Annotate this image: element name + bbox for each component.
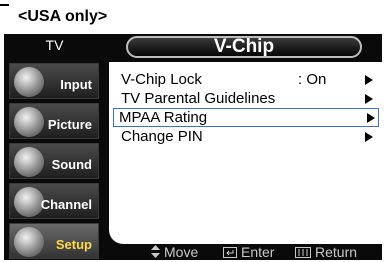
- menu-item-tv-parental-guidelines[interactable]: TV Parental Guidelines: [115, 89, 377, 108]
- footer-hints: Move Enter Return: [109, 244, 382, 260]
- menu-item-value: : On: [298, 71, 327, 88]
- sidebar-item-channel[interactable]: Channel: [9, 183, 99, 219]
- sidebar-item-label: Picture: [47, 117, 92, 132]
- hint-move-label: Move: [164, 244, 199, 260]
- sidebar-item-picture[interactable]: Picture: [9, 103, 99, 139]
- menu-item-change-pin[interactable]: Change PIN: [115, 127, 377, 146]
- sidebar-title: TV: [45, 37, 64, 53]
- menu-title: V-Chip: [126, 36, 362, 58]
- sidebar-item-input[interactable]: Input: [9, 63, 99, 99]
- menu-item-label: V-Chip Lock: [121, 71, 202, 88]
- corner-mark: [0, 4, 9, 6]
- hint-return-label: Return: [315, 244, 358, 260]
- arrow-right-icon: [365, 75, 373, 85]
- arrow-right-icon: [365, 132, 373, 142]
- setup-icon: [14, 227, 44, 257]
- sidebar-item-sound[interactable]: Sound: [9, 143, 99, 179]
- sidebar-item-label: Setup: [55, 237, 92, 252]
- hint-enter-label: Enter: [241, 244, 275, 260]
- sidebar-item-setup[interactable]: Setup: [9, 223, 99, 259]
- updown-arrows-icon: [151, 245, 160, 261]
- submenu-panel: V-Chip Lock : On TV Parental Guidelines …: [109, 62, 382, 244]
- menu-item-label: Change PIN: [121, 128, 203, 145]
- arrow-right-icon: [367, 113, 375, 123]
- hint-move: Move: [151, 244, 198, 261]
- arrow-right-icon: [365, 94, 373, 104]
- hint-enter: Enter: [223, 244, 274, 261]
- menu-item-label: TV Parental Guidelines: [121, 90, 276, 107]
- input-plug-icon: [14, 67, 44, 97]
- enter-icon: [223, 245, 237, 261]
- sidebar-item-label: Sound: [51, 157, 92, 172]
- tv-osd-menu: TV Input Picture Sound Channel Setup V-C…: [4, 34, 382, 260]
- sidebar-item-label: Channel: [40, 197, 92, 212]
- picture-icon: [14, 107, 44, 137]
- sound-icon: [14, 147, 44, 177]
- menu-item-label: MPAA Rating: [119, 109, 208, 126]
- channel-antenna-icon: [14, 187, 44, 217]
- return-icon: [295, 245, 311, 261]
- menu-item-vchip-lock[interactable]: V-Chip Lock : On: [115, 70, 377, 89]
- menu-item-mpaa-rating[interactable]: MPAA Rating: [113, 108, 379, 127]
- sidebar-item-label: Input: [60, 77, 92, 92]
- hint-return: Return: [295, 244, 357, 261]
- region-note: <USA only>: [18, 8, 108, 25]
